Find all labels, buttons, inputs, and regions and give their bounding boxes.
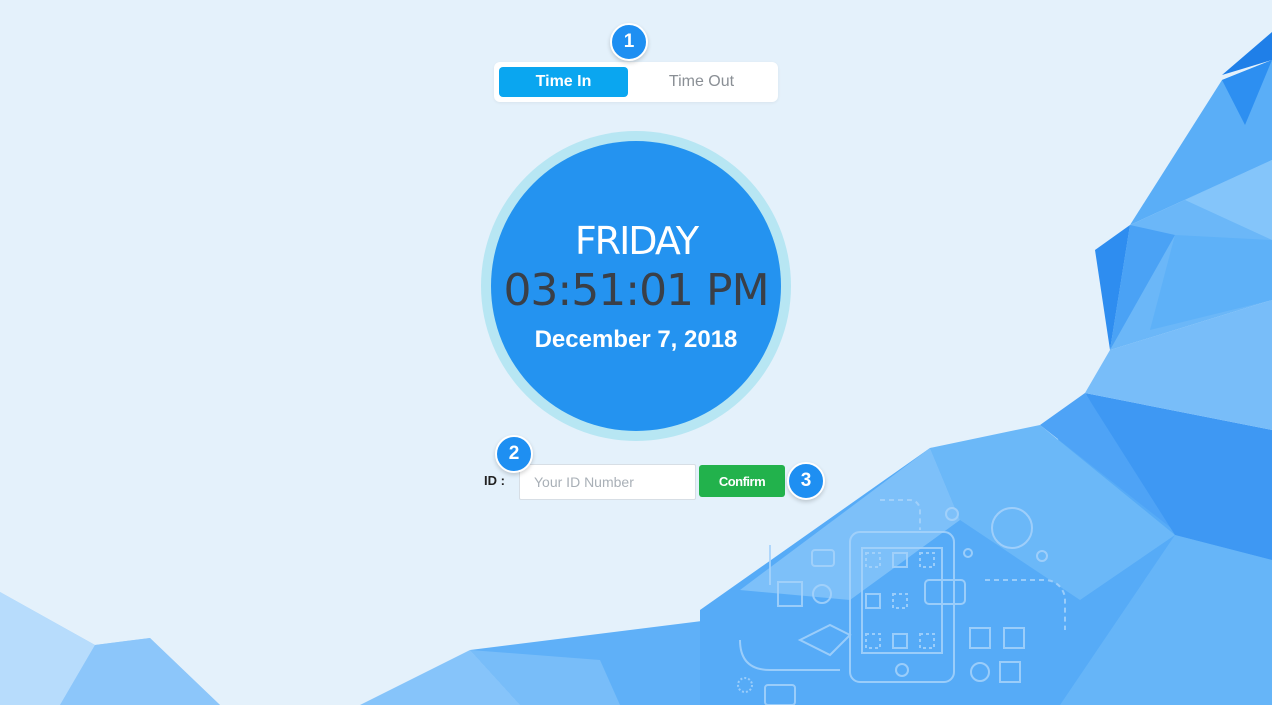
time-mode-toggle: Time In Time Out bbox=[494, 62, 778, 102]
id-number-input[interactable] bbox=[519, 464, 696, 500]
step-marker-3: 3 bbox=[787, 462, 825, 500]
clock-date: December 7, 2018 bbox=[534, 326, 738, 353]
step-marker-1: 1 bbox=[610, 23, 648, 61]
id-label: ID : bbox=[484, 473, 505, 488]
clock-time: 03:51:01 PM bbox=[503, 265, 769, 316]
time-out-tab[interactable]: Time Out bbox=[637, 67, 766, 97]
step-marker-2: 2 bbox=[495, 435, 533, 473]
confirm-button[interactable]: Confirm bbox=[699, 465, 785, 497]
clock-day: FRIDAY bbox=[574, 219, 699, 263]
time-in-tab[interactable]: Time In bbox=[499, 67, 628, 97]
